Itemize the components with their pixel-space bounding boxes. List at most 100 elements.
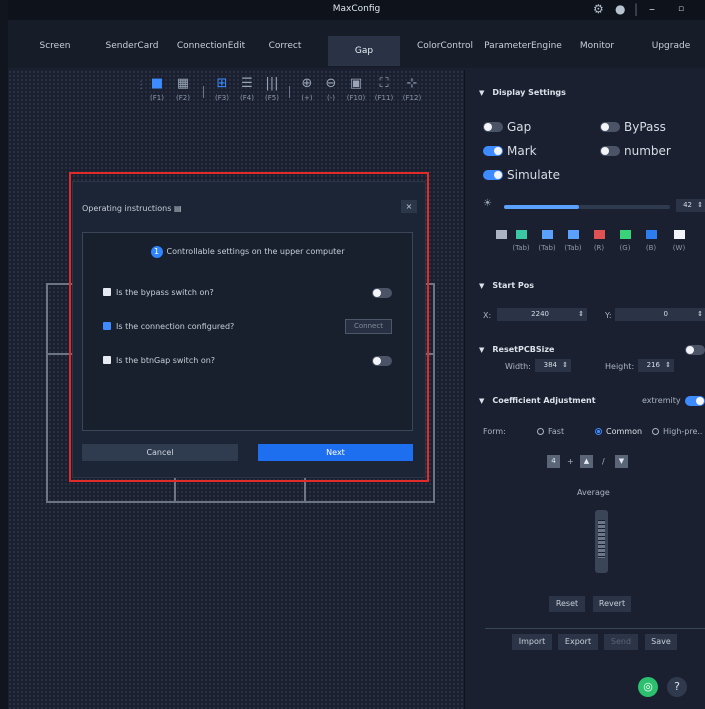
color-tab-2[interactable]: (Tab) [511,230,531,252]
next-button[interactable]: Next [258,444,413,461]
width-spinbox[interactable]: 384 ⇕ [535,359,571,372]
coefficient-value-badge[interactable]: 4 [547,455,560,468]
form-label: Form: [483,427,506,436]
radio-common[interactable]: Common [595,427,642,436]
help-icon[interactable]: ? [667,677,687,697]
menu-colorcontrol[interactable]: ColorControl [412,35,478,57]
gap-toggle[interactable] [483,122,503,132]
radio-high-precision[interactable]: High-pre.. [652,427,702,436]
bypass-sidebar-toggle[interactable] [600,122,620,132]
spin-arrows-icon[interactable]: ⇕ [665,359,671,372]
color-tab-4[interactable]: (Tab) [563,230,583,252]
radio-fast[interactable]: Fast [537,427,564,436]
save-button[interactable]: Save [645,634,677,650]
brightness-slider[interactable] [504,205,670,209]
reset-pcb-toggle[interactable] [685,345,705,355]
tool-f5[interactable]: ||| (F5) [261,76,283,102]
number-switch-row[interactable]: number [600,144,671,158]
operating-instructions-dialog: Operating instructions ▤ × 1 Controllable… [72,181,426,478]
tool-f10[interactable]: ▣ (F10) [344,76,368,102]
bypass-toggle[interactable] [372,288,392,298]
maximize-icon[interactable]: ▫ [678,4,684,14]
reset-pcb-header[interactable]: ▼ ResetPCBSize [479,345,554,354]
close-icon[interactable]: × [401,200,417,213]
tool-f11[interactable]: ⛶ (F11) [372,76,396,102]
chat-search-icon[interactable]: ◎ [638,677,658,697]
mode-label: Average [577,488,610,497]
menu-sendercard[interactable]: SenderCard [103,35,161,57]
menu-upgrade[interactable]: Upgrade [648,35,694,57]
minimize-icon[interactable]: – [649,2,655,16]
tool-zoom-in[interactable]: ⊕ (+) [296,76,318,102]
export-button[interactable]: Export [558,634,598,650]
checkbox-btngap[interactable] [103,356,111,364]
tool-f12[interactable]: ⊹ (F12) [400,76,424,102]
coefficient-vertical-slider[interactable] [595,510,608,573]
menu-connectionedit[interactable]: ConnectionEdit [174,35,248,57]
extremity-toggle[interactable] [685,396,705,406]
cancel-button[interactable]: Cancel [82,444,238,461]
settings-gear-icon[interactable]: ⚙ [593,2,604,16]
title-separator: | [634,2,639,16]
spin-arrows-icon[interactable]: ⇕ [697,308,703,321]
color-tab-green[interactable]: (G) [615,230,635,252]
spin-arrows-icon[interactable]: ⇕ [562,359,568,372]
mark-switch-row[interactable]: Mark [483,144,537,158]
tool-f1[interactable]: ■ (F1) [146,76,168,102]
mark-toggle[interactable] [483,146,503,156]
menu-correct[interactable]: Correct [261,35,309,57]
radio-circle [537,428,544,435]
coefficient-header[interactable]: ▼ Coefficient Adjustment [479,396,596,405]
connect-button[interactable]: Connect [345,319,392,334]
decrease-icon[interactable]: ▼ [615,455,628,468]
tool-f2[interactable]: ▦ (F2) [172,76,194,102]
increase-icon[interactable]: ▲ [580,455,593,468]
slash-sign: / [602,457,605,466]
radio-circle [595,428,602,435]
import-button[interactable]: Import [512,634,552,650]
color-tab-1[interactable] [491,230,511,244]
brightness-spinbox[interactable]: 42 ⇕ [676,199,705,212]
reset-button[interactable]: Reset [549,596,585,612]
menu-screen[interactable]: Screen [32,35,78,57]
height-spinbox[interactable]: 216 ⇕ [638,359,674,372]
gap-switch-row[interactable]: Gap [483,120,531,134]
toolbar-separator [203,86,204,98]
height-label: Height: [605,362,635,371]
menu-parameterengine[interactable]: ParameterEngine [484,35,562,57]
user-icon[interactable]: ● [615,2,625,16]
start-x-spinbox[interactable]: 2240 ⇕ [497,308,587,321]
grid-icon: ⊞ [216,76,228,91]
tool-f4[interactable]: ☰ (F4) [236,76,258,102]
bypass-switch-row[interactable]: ByPass [600,120,666,134]
simulate-switch-row[interactable]: Simulate [483,168,560,182]
zoom-out-icon: ⊖ [325,76,337,91]
start-pos-header[interactable]: ▼ Start Pos [479,281,534,290]
color-tab-red[interactable]: (R) [589,230,609,252]
slider-handle[interactable] [598,520,605,558]
green-swatch [619,230,631,239]
tool-f3[interactable]: ⊞ (F3) [211,76,233,102]
spin-arrows-icon[interactable]: ⇕ [578,308,584,321]
instructions-panel: 1 Controllable settings on the upper comp… [82,232,413,431]
spin-arrows-icon[interactable]: ⇕ [697,199,703,212]
btngap-toggle[interactable] [372,356,392,366]
number-toggle[interactable] [600,146,620,156]
start-y-spinbox[interactable]: 0 ⇕ [615,308,705,321]
checkbox-connection[interactable] [103,322,111,330]
color-tab-white[interactable]: (W) [669,230,689,252]
document-icon: ▤ [173,204,182,213]
tool-zoom-out[interactable]: ⊖ (-) [320,76,342,102]
color-tab-3[interactable]: (Tab) [537,230,557,252]
display-settings-header[interactable]: ▼ Display Settings [479,88,566,97]
drag-handle-icon[interactable]: ⋮ [136,80,146,91]
revert-button[interactable]: Revert [593,596,631,612]
menu-monitor[interactable]: Monitor [573,35,621,57]
checklist-item-bypass: Is the bypass switch on? [103,288,412,302]
color-tab-blue[interactable]: (B) [641,230,661,252]
dialog-title: Operating instructions ▤ [82,204,182,213]
checkbox-bypass[interactable] [103,288,111,296]
send-button[interactable]: Send [604,634,638,650]
simulate-toggle[interactable] [483,170,503,180]
menu-gap[interactable]: Gap [328,36,400,66]
